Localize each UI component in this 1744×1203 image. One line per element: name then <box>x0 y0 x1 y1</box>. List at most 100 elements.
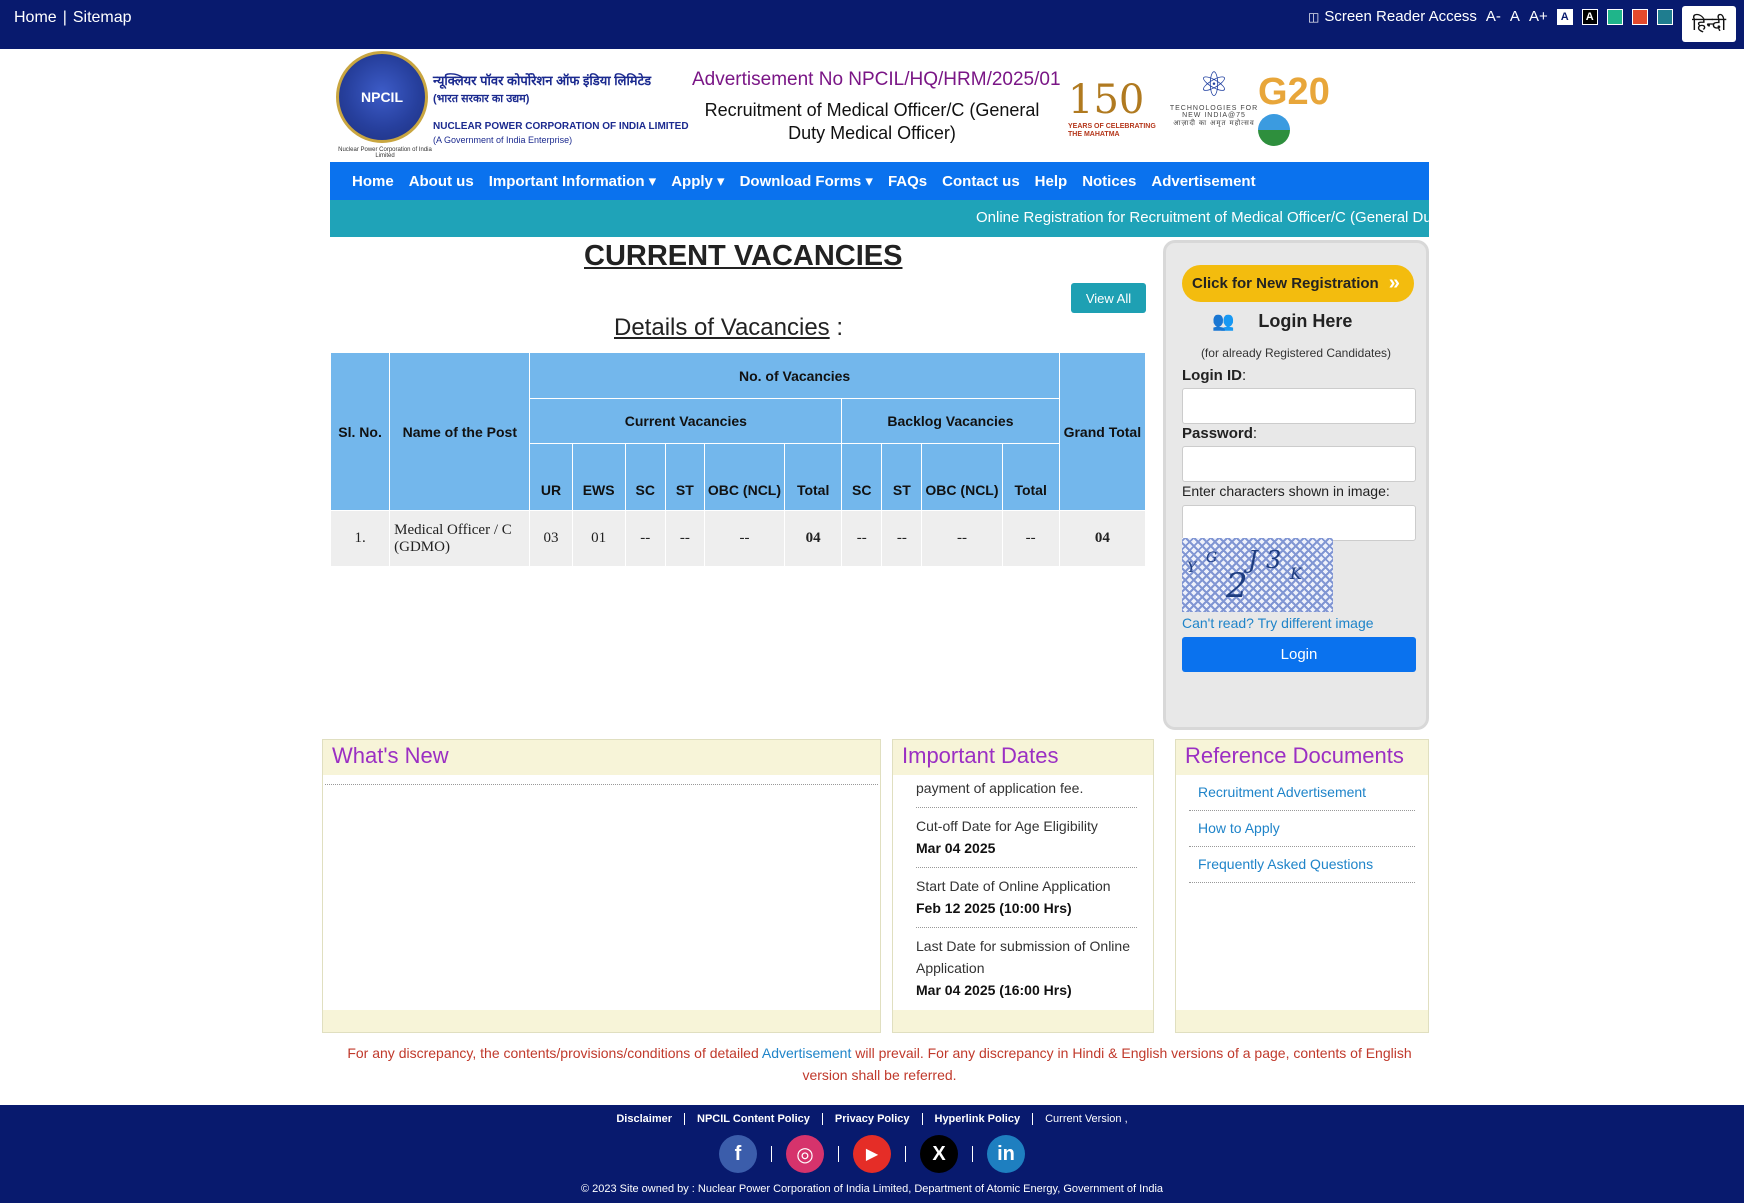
nav-download-forms[interactable]: Download Forms ▾ <box>740 172 873 190</box>
theme-green-swatch[interactable] <box>1606 8 1623 25</box>
privacy-policy-link[interactable]: Privacy Policy <box>823 1113 923 1125</box>
col-obc: OBC (NCL) <box>703 443 786 511</box>
list-item: Cut-off Date for Age Eligibility Mar 04 … <box>916 808 1137 868</box>
globe-icon <box>1258 114 1290 146</box>
captcha-char: J <box>1248 546 1258 574</box>
font-decrease-button[interactable]: A- <box>1486 8 1501 25</box>
badge-150-number: 150 <box>1068 77 1145 123</box>
cell-total: 04 <box>784 510 843 567</box>
instagram-icon[interactable]: ◎ <box>786 1135 824 1173</box>
contrast-white-button[interactable]: A <box>1556 8 1573 25</box>
screen-reader-link[interactable]: Screen Reader Access <box>1324 8 1477 25</box>
cell-backlog-obc: -- <box>921 510 1003 567</box>
divider <box>771 1146 772 1162</box>
disclaimer-text-2: will prevail. For any discrepancy in Hin… <box>802 1045 1412 1083</box>
nav-advertisement[interactable]: Advertisement <box>1151 173 1255 190</box>
nav-faqs[interactable]: FAQs <box>888 173 927 190</box>
x-icon[interactable]: X <box>920 1135 958 1173</box>
captcha-char: Y <box>1187 560 1197 576</box>
new-registration-button[interactable]: Click for New Registration » <box>1182 265 1414 302</box>
col-backlog-st: ST <box>881 443 923 511</box>
captcha-image: Y G 2 J 3 K <box>1182 538 1333 612</box>
password-label-text: Password <box>1182 425 1253 442</box>
content-policy-link[interactable]: NPCIL Content Policy <box>685 1113 823 1125</box>
sitemap-link[interactable]: Sitemap <box>73 9 132 26</box>
nav-help[interactable]: Help <box>1035 173 1068 190</box>
details-of-vacancies-heading: Details of Vacancies : <box>614 314 843 342</box>
copyright-text: © 2023 Site owned by : Nuclear Power Cor… <box>580 1183 1164 1195</box>
ref-doc-link[interactable]: Frequently Asked Questions <box>1189 847 1415 883</box>
cell-grand-total: 04 <box>1058 510 1147 567</box>
important-dates-box: Important Dates payment of application f… <box>892 739 1154 1033</box>
nav-important-information[interactable]: Important Information ▾ <box>489 172 657 190</box>
npcil-logo[interactable]: NPCIL <box>336 51 428 143</box>
home-link[interactable]: Home <box>14 9 57 26</box>
view-all-button[interactable]: View All <box>1071 283 1146 313</box>
accessibility-tools: ◫ Screen Reader Access A- A A+ A A <box>1308 8 1673 25</box>
date-value: Mar 04 2025 (16:00 Hrs) <box>916 982 1072 998</box>
divider <box>838 1146 839 1162</box>
theme-teal-swatch[interactable] <box>1656 8 1673 25</box>
advertisement-link[interactable]: Advertisement <box>762 1045 851 1061</box>
advertisement-title: Recruitment of Medical Officer/C (Genera… <box>704 100 1040 143</box>
ticker-text[interactable]: Online Registration for Recruitment of M… <box>976 209 1429 226</box>
divider <box>325 784 878 785</box>
password-label: Password: <box>1182 425 1258 442</box>
theme-red-swatch[interactable] <box>1631 8 1648 25</box>
hyperlink-policy-link[interactable]: Hyperlink Policy <box>923 1113 1034 1125</box>
youtube-icon[interactable]: ▶ <box>853 1135 891 1173</box>
nav-home[interactable]: Home <box>352 173 394 190</box>
linkedin-icon[interactable]: in <box>987 1135 1025 1173</box>
facebook-icon[interactable]: f <box>719 1135 757 1173</box>
font-increase-button[interactable]: A+ <box>1529 8 1548 25</box>
cell-backlog-sc: -- <box>841 510 883 567</box>
login-id-label-text: Login ID <box>1182 367 1242 384</box>
site-footer: Disclaimer NPCIL Content Policy Privacy … <box>0 1105 1744 1203</box>
captcha-input[interactable] <box>1182 505 1416 541</box>
table-row: 1. Medical Officer / C (GDMO) 03 01 -- -… <box>329 510 1147 567</box>
social-links: f ◎ ▶ X in <box>0 1135 1744 1173</box>
captcha-char: 2 <box>1226 566 1248 606</box>
password-input[interactable] <box>1182 446 1416 482</box>
contrast-black-button[interactable]: A <box>1581 8 1598 25</box>
col-ews: EWS <box>571 443 626 511</box>
divider: | <box>62 9 67 26</box>
reference-documents-box: Reference Documents Recruitment Advertis… <box>1175 739 1429 1033</box>
login-id-input[interactable] <box>1182 388 1416 424</box>
org-name-english: NUCLEAR POWER CORPORATION OF INDIA LIMIT… <box>433 121 689 132</box>
captcha-char: 3 <box>1266 546 1282 574</box>
col-sc: SC <box>624 443 666 511</box>
try-different-image-link[interactable]: Can't read? Try different image <box>1182 615 1374 631</box>
badge-150-text: YEARS OF CELEBRATING THE MAHATMA <box>1068 123 1156 138</box>
cell-sl: 1. <box>329 510 391 567</box>
details-title-text: Details of Vacancies <box>614 314 830 341</box>
date-value: Mar 04 2025 <box>916 840 996 856</box>
date-partial-text: payment of application fee. <box>916 780 1084 796</box>
col-backlog-vacancies: Backlog Vacancies <box>841 398 1060 444</box>
nav-contact-us[interactable]: Contact us <box>942 173 1020 190</box>
login-heading: 👥 Login Here <box>1212 311 1352 332</box>
hindi-language-button[interactable]: हिन्दी <box>1682 6 1736 42</box>
double-chevron-icon: » <box>1388 272 1400 294</box>
captcha-char: G <box>1206 550 1218 566</box>
technologies-logo: ⚛ TECHNOLOGIES FOR NEW INDIA@75 आज़ादी क… <box>1168 65 1260 155</box>
date-label: Start Date of Online Application <box>916 878 1111 894</box>
nav-about-us[interactable]: About us <box>409 173 474 190</box>
disclaimer-note: For any discrepancy, the contents/provis… <box>330 1042 1429 1086</box>
col-post-name: Name of the Post <box>389 352 531 511</box>
login-button[interactable]: Login <box>1182 637 1416 672</box>
cell-backlog-total: -- <box>1001 510 1060 567</box>
ref-doc-link[interactable]: Recruitment Advertisement <box>1189 775 1415 811</box>
ref-doc-link[interactable]: How to Apply <box>1189 811 1415 847</box>
font-normal-button[interactable]: A <box>1510 8 1520 25</box>
important-dates-title: Important Dates <box>893 740 1153 775</box>
tech-hindi-text: आज़ादी का अमृत महोत्सव <box>1173 120 1255 127</box>
divider <box>905 1146 906 1162</box>
col-st: ST <box>664 443 705 511</box>
site-header: NPCIL Nuclear Power Corporation of India… <box>330 49 1430 161</box>
tech-text: TECHNOLOGIES FOR NEW INDIA@75 <box>1169 105 1259 119</box>
nav-notices[interactable]: Notices <box>1082 173 1136 190</box>
disclaimer-link[interactable]: Disclaimer <box>604 1113 686 1125</box>
nav-apply[interactable]: Apply ▾ <box>671 172 724 190</box>
login-id-label: Login ID: <box>1182 367 1247 384</box>
